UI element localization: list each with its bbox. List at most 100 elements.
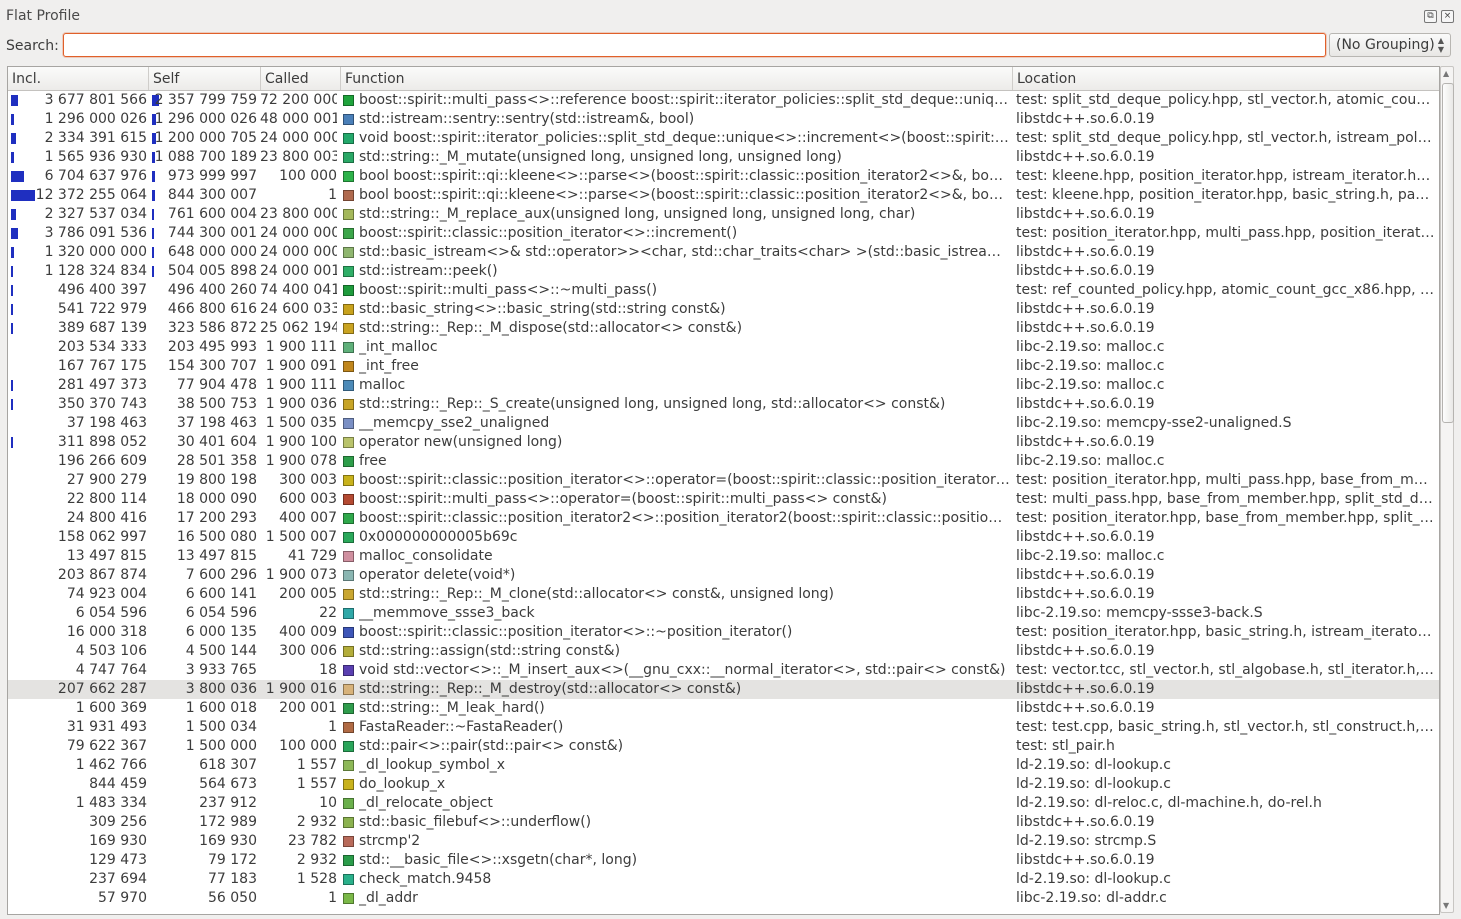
- function-location: ld-2.19.so: dl-lookup.c: [1016, 871, 1171, 887]
- self-cost: 4 500 144: [185, 643, 257, 659]
- function-name: std::string::_M_replace_aux(unsigned lon…: [359, 206, 916, 222]
- table-row[interactable]: 4 503 106 4 500 144 300 006 std::string::as…: [8, 642, 1439, 661]
- table-row[interactable]: 6 054 596 6 054 596 22 __memmove_ssse3_back…: [8, 604, 1439, 623]
- table-row[interactable]: 57 970 56 050 1 _dl_addr libc-2.19.so: dl-ad…: [8, 889, 1439, 908]
- column-header-self[interactable]: Self: [149, 67, 261, 90]
- close-panel-icon[interactable]: ×: [1441, 10, 1454, 23]
- flat-profile-table[interactable]: Incl. Self Called Function Location 3 67…: [7, 66, 1440, 915]
- table-row[interactable]: 37 198 463 37 198 463 1 500 035 __memcpy_ss…: [8, 414, 1439, 433]
- search-input[interactable]: [63, 33, 1326, 57]
- table-row[interactable]: 309 256 172 989 2 932 std::basic_filebuf<>:…: [8, 813, 1439, 832]
- self-cost: 237 912: [199, 795, 257, 811]
- table-row[interactable]: 74 923 004 6 600 141 200 005 std::string::_…: [8, 585, 1439, 604]
- table-row[interactable]: 203 867 874 7 600 296 1 900 073 operator de…: [8, 566, 1439, 585]
- table-row[interactable]: 3 786 091 536 744 300 001 24 000 000 boost:…: [8, 224, 1439, 243]
- table-row[interactable]: 350 370 743 38 500 753 1 900 036 std::strin…: [8, 395, 1439, 414]
- table-row[interactable]: 24 800 416 17 200 293 400 007 boost::spirit…: [8, 509, 1439, 528]
- table-row[interactable]: 167 767 175 154 300 707 1 900 091 _int_free…: [8, 357, 1439, 376]
- function-location: libstdc++.so.6.0.19: [1016, 301, 1155, 317]
- scroll-up-arrow-icon[interactable]: ▲: [1443, 69, 1449, 78]
- cost-color-swatch-icon: [343, 361, 354, 372]
- function-name: std::__basic_file<>::xsgetn(char*, long): [359, 852, 638, 868]
- float-panel-icon[interactable]: ⧉: [1424, 10, 1437, 23]
- function-name: std::string::_M_mutate(unsigned long, un…: [359, 149, 842, 165]
- table-row[interactable]: 3 677 801 566 2 357 799 759 72 200 000 boos…: [8, 91, 1439, 110]
- table-row[interactable]: 1 296 000 026 1 296 000 026 48 000 001 std:…: [8, 110, 1439, 129]
- table-row[interactable]: 1 462 766 618 307 1 557 _dl_lookup_symbol_x…: [8, 756, 1439, 775]
- table-row[interactable]: 496 400 397 496 400 260 74 400 041 boost::s…: [8, 281, 1439, 300]
- cost-color-swatch-icon: [343, 760, 354, 771]
- self-cost: 19 800 198: [176, 472, 257, 488]
- column-header-incl[interactable]: Incl.: [8, 67, 149, 90]
- cost-color-swatch-icon: [343, 342, 354, 353]
- table-row[interactable]: 4 747 764 3 933 765 18 void std::vector<>::…: [8, 661, 1439, 680]
- column-header-called[interactable]: Called: [261, 67, 341, 90]
- table-row[interactable]: 1 600 369 1 600 018 200 001 std::string::_M…: [8, 699, 1439, 718]
- call-count: 23 800 000: [260, 206, 337, 222]
- cost-color-swatch-icon: [343, 133, 354, 144]
- grouping-select[interactable]: (No Grouping) ▲ ▼: [1329, 33, 1451, 57]
- function-location: ld-2.19.so: dl-lookup.c: [1016, 757, 1171, 773]
- vertical-scrollbar[interactable]: ▲ ▼: [1440, 66, 1454, 913]
- table-row[interactable]: 129 473 79 172 2 932 std::__basic_file<>::x…: [8, 851, 1439, 870]
- cost-color-swatch-icon: [343, 855, 354, 866]
- table-row[interactable]: 16 000 318 6 000 135 400 009 boost::spirit:…: [8, 623, 1439, 642]
- table-row[interactable]: 79 622 367 1 500 000 100 000 std::pair<>::p…: [8, 737, 1439, 756]
- incl-cost: 129 473: [89, 852, 147, 868]
- column-header-function[interactable]: Function: [341, 67, 1013, 90]
- function-location: libstdc++.so.6.0.19: [1016, 111, 1155, 127]
- table-row[interactable]: 541 722 979 466 800 616 24 600 033 std::bas…: [8, 300, 1439, 319]
- table-row[interactable]: 207 662 287 3 800 036 1 900 016 std::string…: [8, 680, 1439, 699]
- table-row[interactable]: 169 930 169 930 23 782 strcmp'2 ld-2.19.so: …: [8, 832, 1439, 851]
- self-cost: 79 172: [208, 852, 257, 868]
- table-row[interactable]: 281 497 373 77 904 478 1 900 111 malloc libc…: [8, 376, 1439, 395]
- function-location: test: position_iterator.hpp, basic_strin…: [1016, 624, 1435, 640]
- function-name: FastaReader::~FastaReader(): [359, 719, 564, 735]
- table-row[interactable]: 13 497 815 13 497 815 41 729 malloc_consoli…: [8, 547, 1439, 566]
- function-name: void boost::spirit::iterator_policies::s…: [359, 130, 1010, 146]
- incl-cost: 1 128 324 834: [44, 263, 147, 279]
- table-row[interactable]: 2 334 391 615 1 200 000 705 24 000 000 void…: [8, 129, 1439, 148]
- self-cost: 3 800 036: [185, 681, 257, 697]
- table-row[interactable]: 22 800 114 18 000 090 600 003 boost::spirit…: [8, 490, 1439, 509]
- table-row[interactable]: 311 898 052 30 401 604 1 900 100 operator n…: [8, 433, 1439, 452]
- function-name: strcmp'2: [359, 833, 421, 849]
- table-row[interactable]: 1 128 324 834 504 005 898 24 000 001 std::i…: [8, 262, 1439, 281]
- incl-cost: 74 923 004: [66, 586, 147, 602]
- cost-color-swatch-icon: [343, 456, 354, 467]
- table-row[interactable]: 158 062 997 16 500 080 1 500 007 0x00000000…: [8, 528, 1439, 547]
- table-row[interactable]: 1 565 936 930 1 088 700 189 23 800 003 std:…: [8, 148, 1439, 167]
- table-row[interactable]: 844 459 564 673 1 557 do_lookup_x ld-2.19.so…: [8, 775, 1439, 794]
- table-row[interactable]: 237 694 77 183 1 528 check_match.9458 ld-2.1…: [8, 870, 1439, 889]
- table-row[interactable]: 389 687 139 323 586 872 25 062 194 std::str…: [8, 319, 1439, 338]
- function-name: boost::spirit::multi_pass<>::~multi_pass…: [359, 282, 658, 298]
- incl-cost: 1 565 936 930: [44, 149, 147, 165]
- table-row[interactable]: 31 931 493 1 500 034 1 FastaReader::~FastaR…: [8, 718, 1439, 737]
- table-row[interactable]: 27 900 279 19 800 198 300 003 boost::spirit…: [8, 471, 1439, 490]
- call-count: 41 729: [288, 548, 337, 564]
- self-cost: 13 497 815: [176, 548, 257, 564]
- function-name: __memcpy_sse2_unaligned: [359, 415, 550, 431]
- call-count: 200 005: [279, 586, 337, 602]
- table-row[interactable]: 196 266 609 28 501 358 1 900 078 free libc-2…: [8, 452, 1439, 471]
- table-row[interactable]: 203 534 333 203 495 993 1 900 111 _int_mall…: [8, 338, 1439, 357]
- incl-cost: 2 334 391 615: [44, 130, 147, 146]
- scroll-down-arrow-icon[interactable]: ▼: [1443, 901, 1449, 910]
- self-cost: 6 600 141: [185, 586, 257, 602]
- call-count: 1 900 111: [265, 339, 337, 355]
- incl-cost: 207 662 287: [57, 681, 147, 697]
- table-row[interactable]: 12 372 255 064 844 300 007 1 bool boost::sp…: [8, 186, 1439, 205]
- table-row[interactable]: 1 320 000 000 648 000 000 24 000 000 std::b…: [8, 243, 1439, 262]
- call-count: 100 000: [279, 738, 337, 754]
- incl-cost: 27 900 279: [66, 472, 147, 488]
- function-name: 0x000000000005b69c: [359, 529, 518, 545]
- column-header-location[interactable]: Location: [1013, 67, 1439, 90]
- call-count: 22: [319, 605, 337, 621]
- scrollbar-thumb[interactable]: [1442, 83, 1454, 423]
- table-row[interactable]: 6 704 637 976 973 999 997 100 000 bool boos…: [8, 167, 1439, 186]
- cost-color-swatch-icon: [343, 684, 354, 695]
- function-name: boost::spirit::classic::position_iterato…: [359, 472, 1010, 488]
- table-row[interactable]: 1 483 334 237 912 10 _dl_relocate_object ld-…: [8, 794, 1439, 813]
- cost-color-swatch-icon: [343, 380, 354, 391]
- table-row[interactable]: 2 327 537 034 761 600 004 23 800 000 std::s…: [8, 205, 1439, 224]
